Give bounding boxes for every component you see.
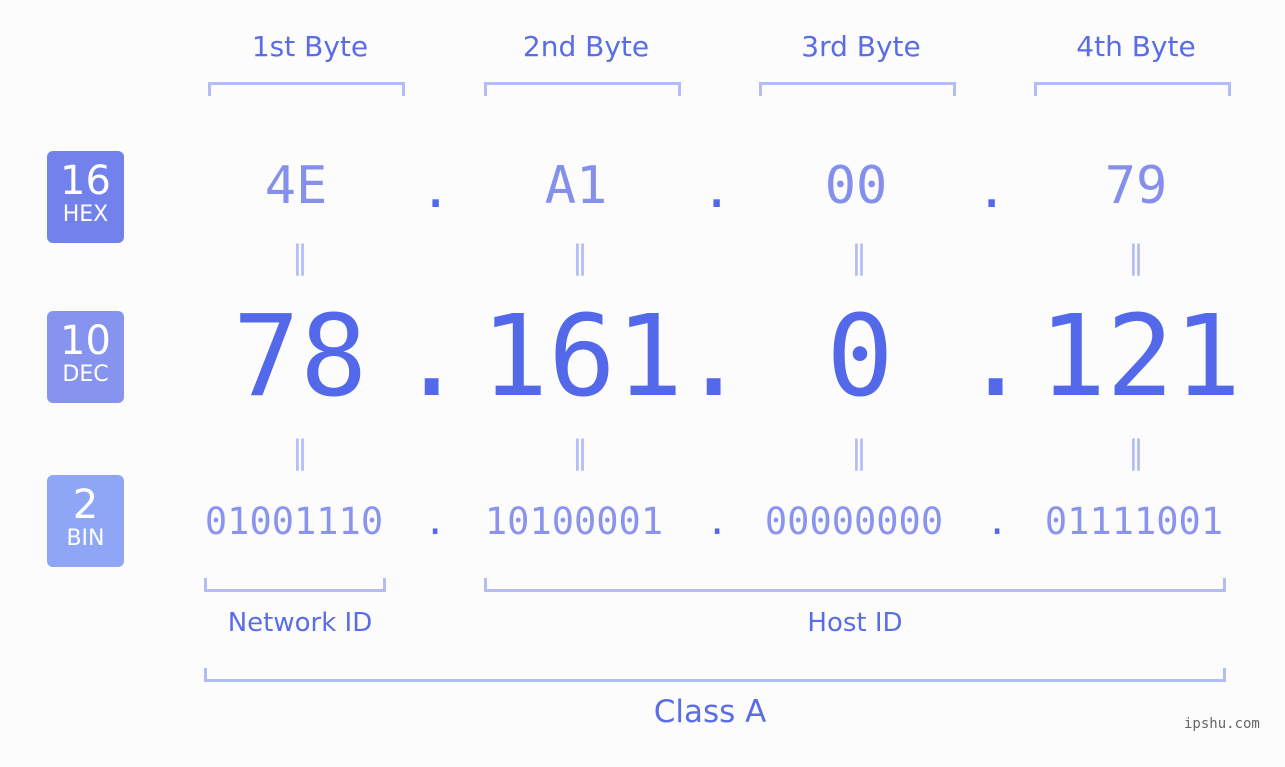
hex-dot-2: . [701, 160, 733, 220]
byte-bracket-1 [208, 82, 405, 96]
dec-dot-3: . [962, 292, 1030, 422]
hex-label: HEX [62, 202, 109, 227]
dec-value-1: 78 [232, 292, 368, 422]
hex-value-2: A1 [544, 156, 608, 216]
equals-icon: ‖ [572, 433, 588, 471]
dec-value-4: 121 [1038, 292, 1242, 422]
hex-dot-3: . [976, 160, 1008, 220]
byte-label-1: 1st Byte [251, 30, 369, 63]
class-bracket [204, 668, 1226, 682]
network-id-bracket [204, 578, 386, 592]
host-id-bracket [484, 578, 1226, 592]
bin-label: BIN [66, 526, 105, 551]
hex-dot-1: . [420, 160, 452, 220]
dec-value-3: 0 [826, 292, 894, 422]
equals-icon: ‖ [1128, 433, 1144, 471]
byte-label-2: 2nd Byte [522, 30, 650, 63]
hex-value-3: 00 [824, 156, 888, 216]
hex-value-1: 4E [264, 156, 328, 216]
bin-base: 2 [72, 482, 99, 528]
equals-icon: ‖ [292, 433, 308, 471]
bin-value-2: 10100001 [484, 500, 664, 543]
host-id-label: Host ID [807, 608, 903, 638]
equals-icon: ‖ [572, 238, 588, 276]
hex-value-4: 79 [1104, 156, 1168, 216]
bin-dot-1: . [424, 500, 447, 543]
bin-value-3: 00000000 [764, 500, 944, 543]
equals-icon: ‖ [292, 238, 308, 276]
bin-dot-3: . [986, 500, 1009, 543]
byte-bracket-3 [759, 82, 956, 96]
dec-badge: 10 DEC [47, 311, 124, 403]
bin-badge: 2 BIN [47, 475, 124, 567]
byte-label-4: 4th Byte [1076, 30, 1196, 63]
dec-dot-2: . [680, 292, 748, 422]
class-label: Class A [653, 694, 767, 730]
equals-icon: ‖ [851, 238, 867, 276]
network-id-label: Network ID [227, 608, 373, 638]
byte-bracket-4 [1034, 82, 1231, 96]
dec-label: DEC [62, 362, 109, 387]
equals-icon: ‖ [1128, 238, 1144, 276]
dec-base: 10 [60, 318, 111, 364]
bin-value-1: 01001110 [204, 500, 384, 543]
bin-value-4: 01111001 [1044, 500, 1224, 543]
byte-bracket-2 [484, 82, 681, 96]
bin-dot-2: . [706, 500, 729, 543]
watermark: ipshu.com [1184, 716, 1260, 732]
dec-value-2: 161 [480, 292, 684, 422]
dec-dot-1: . [398, 292, 466, 422]
equals-icon: ‖ [851, 433, 867, 471]
byte-label-3: 3rd Byte [801, 30, 921, 63]
hex-badge: 16 HEX [47, 151, 124, 243]
hex-base: 16 [60, 158, 111, 204]
